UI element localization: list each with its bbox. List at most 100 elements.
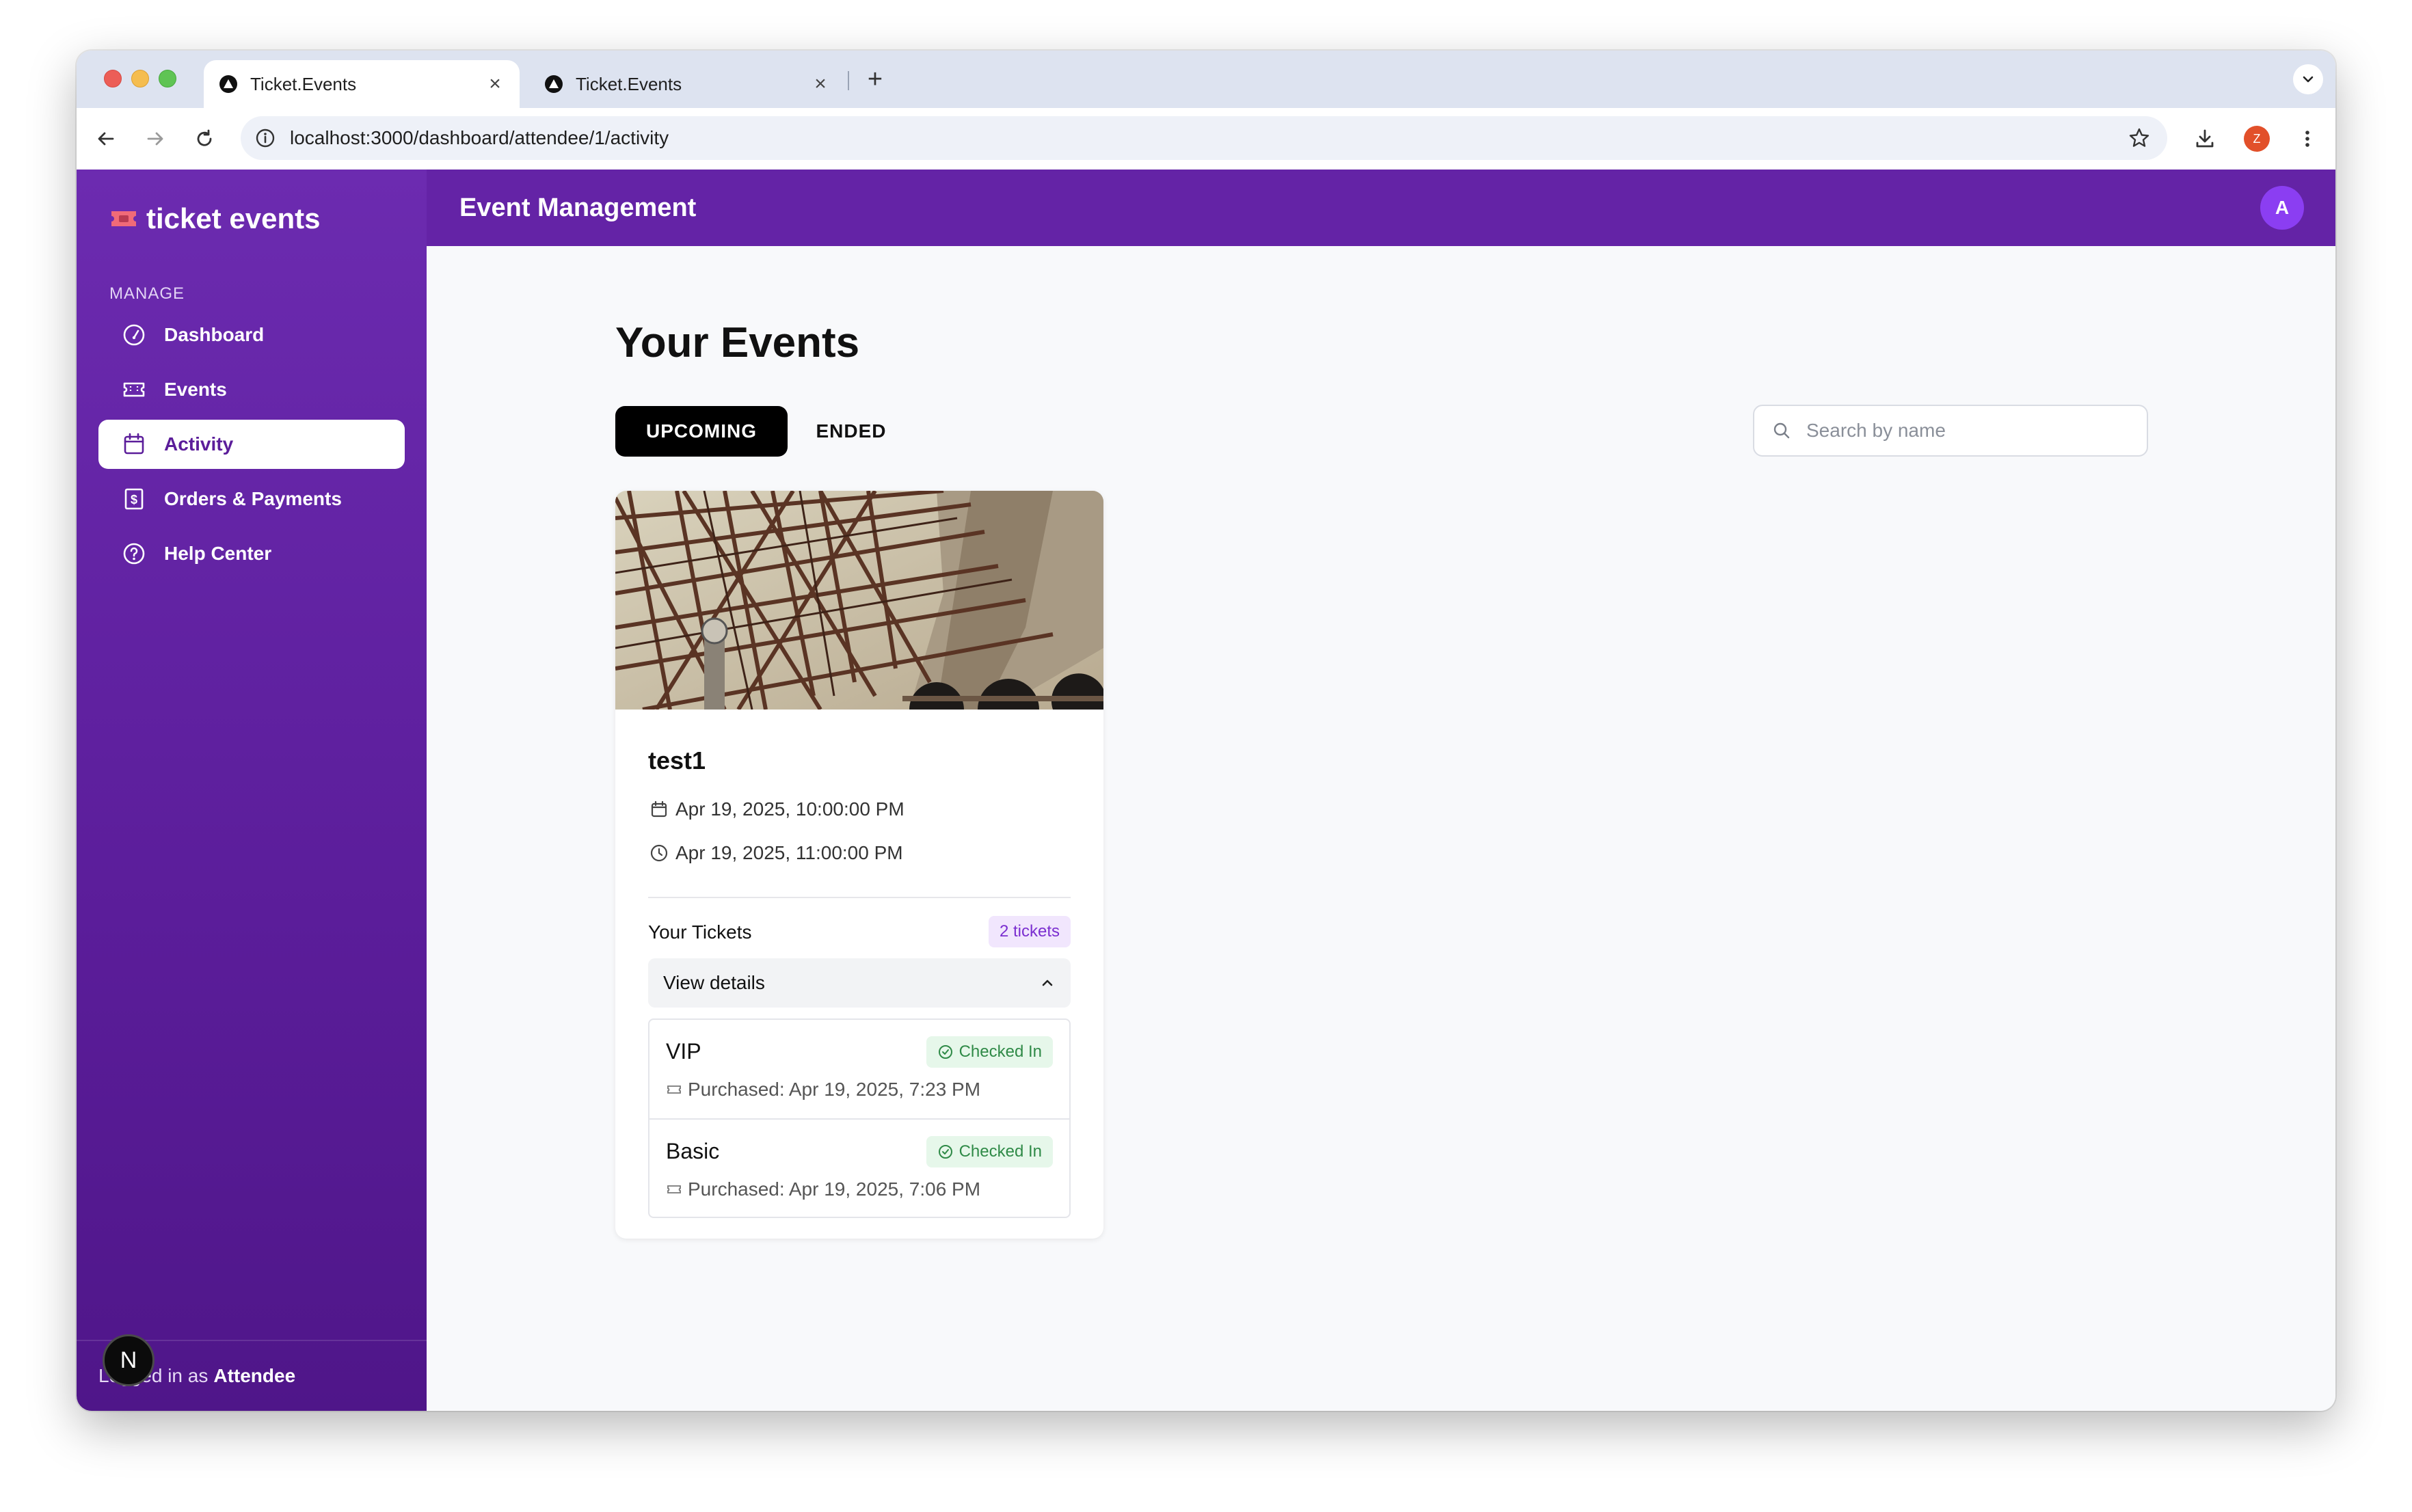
arrow-left-icon <box>98 132 114 146</box>
divider <box>648 897 1071 898</box>
tab-ended[interactable]: ENDED <box>800 406 902 457</box>
sidebar-item-help-center[interactable]: Help Center <box>98 529 405 578</box>
gauge-icon <box>120 321 148 349</box>
tab-strip: Ticket.Events × Ticket.Events × + <box>77 51 2335 108</box>
download-icon <box>2196 129 2214 148</box>
nextjs-dev-badge[interactable]: N <box>103 1334 155 1386</box>
header-title: Event Management <box>459 193 697 222</box>
bookmark-star-icon[interactable] <box>2123 122 2155 154</box>
section-label: MANAGE <box>109 284 185 303</box>
ticket-list: VIP Checked In Purchased: Apr 19, 2025, … <box>648 1018 1071 1218</box>
brand[interactable]: ticket events <box>109 202 320 235</box>
login-status-role: Attendee <box>213 1365 296 1386</box>
check-circle-icon <box>937 1144 954 1160</box>
calendar-icon <box>648 798 670 820</box>
ticket-purchased: Purchased: Apr 19, 2025, 7:23 PM <box>666 1079 980 1101</box>
event-start: Apr 19, 2025, 10:00:00 PM <box>648 798 904 820</box>
more-vertical-icon <box>2305 131 2309 147</box>
info-icon[interactable] <box>252 124 279 152</box>
tickets-label: Your Tickets <box>648 921 752 943</box>
tab-title: Ticket.Events <box>250 73 357 94</box>
event-image <box>615 491 1103 710</box>
tab-separator <box>848 71 849 90</box>
sidebar-item-orders-payments[interactable]: $ Orders & Payments <box>98 474 405 524</box>
app-root: ticket events MANAGE Dashboard Events Ac… <box>77 170 2335 1411</box>
search-icon <box>1769 418 1794 443</box>
ticket-name: VIP <box>666 1039 701 1064</box>
ticket-icon <box>666 1081 682 1098</box>
sidebar-item-dashboard[interactable]: Dashboard <box>98 310 405 360</box>
sidebar-item-label: Orders & Payments <box>164 488 342 509</box>
chevron-up-icon <box>1042 980 1053 986</box>
ticket-item[interactable]: Basic Checked In Purchased: Apr 19, 2025… <box>649 1118 1069 1218</box>
close-window-button[interactable] <box>104 70 122 87</box>
back-button[interactable] <box>90 123 122 154</box>
address-bar[interactable]: localhost:3000/dashboard/attendee/1/acti… <box>241 116 2167 160</box>
status-text: Checked In <box>959 1042 1042 1061</box>
page-title: Your Events <box>615 319 860 366</box>
ticket-name: Basic <box>666 1139 720 1163</box>
maximize-window-button[interactable] <box>159 70 176 87</box>
dollar-receipt-icon: $ <box>120 485 148 513</box>
profile-avatar[interactable]: Z <box>2244 126 2270 152</box>
new-tab-button[interactable]: + <box>860 64 890 94</box>
arrow-right-icon <box>147 132 163 146</box>
user-avatar[interactable]: A <box>2260 186 2304 230</box>
purchased-text: Purchased: Apr 19, 2025, 7:06 PM <box>688 1178 981 1200</box>
event-name: test1 <box>648 746 706 774</box>
status-badge: Checked In <box>926 1036 1053 1068</box>
ticket-logo-icon <box>109 208 138 229</box>
svg-text:$: $ <box>131 493 137 507</box>
purchased-text: Purchased: Apr 19, 2025, 7:23 PM <box>688 1079 981 1100</box>
sidebar-item-label: Dashboard <box>164 324 265 345</box>
forward-button[interactable] <box>139 123 171 154</box>
browser-tab-active[interactable]: Ticket.Events × <box>204 60 520 108</box>
view-details-label: View details <box>663 972 765 993</box>
sidebar-item-label: Help Center <box>164 543 272 564</box>
view-details-toggle[interactable]: View details <box>648 958 1071 1008</box>
tab-title: Ticket.Events <box>576 73 682 94</box>
tab-search-button[interactable] <box>2293 64 2323 94</box>
browser-window: Ticket.Events × Ticket.Events × + localh… <box>77 51 2335 1411</box>
triangle-logo-icon <box>544 75 563 94</box>
help-circle-icon <box>120 540 148 567</box>
sidebar: ticket events MANAGE Dashboard Events Ac… <box>77 170 427 1411</box>
status-badge: Checked In <box>926 1136 1053 1167</box>
event-end: Apr 19, 2025, 11:00:00 PM <box>648 842 903 864</box>
search-box <box>1753 405 2148 457</box>
url-text[interactable]: localhost:3000/dashboard/attendee/1/acti… <box>290 127 2123 149</box>
main-content: Your Events UPCOMING ENDED Search by nam… <box>427 246 2335 1411</box>
browser-toolbar: localhost:3000/dashboard/attendee/1/acti… <box>77 108 2335 170</box>
reload-icon <box>197 129 212 146</box>
tab-upcoming[interactable]: UPCOMING <box>615 406 788 457</box>
brand-name: ticket events <box>146 202 321 234</box>
sidebar-item-label: Events <box>164 379 227 400</box>
event-start-text: Apr 19, 2025, 10:00:00 PM <box>675 798 904 820</box>
ticket-icon <box>666 1181 682 1198</box>
close-icon[interactable]: × <box>811 72 830 95</box>
minimize-window-button[interactable] <box>131 70 149 87</box>
event-card[interactable]: test1 Apr 19, 2025, 10:00:00 PM Apr 19, … <box>615 491 1103 1239</box>
ticket-purchased: Purchased: Apr 19, 2025, 7:06 PM <box>666 1178 980 1200</box>
browser-menu-button[interactable] <box>2292 123 2323 154</box>
sidebar-nav: Dashboard Events Activity $ Orders & Pay… <box>98 310 405 584</box>
reload-button[interactable] <box>189 123 220 154</box>
tickets-count-badge: 2 tickets <box>988 916 1071 947</box>
triangle-logo-icon <box>219 75 238 94</box>
app-header: Event Management A <box>427 170 2335 246</box>
sidebar-item-label: Activity <box>164 433 234 455</box>
downloads-button[interactable] <box>2189 123 2221 154</box>
search-input[interactable] <box>1805 419 2129 442</box>
clock-icon <box>648 842 670 864</box>
ticket-item[interactable]: VIP Checked In Purchased: Apr 19, 2025, … <box>649 1020 1069 1118</box>
check-circle-icon <box>937 1044 954 1060</box>
chevron-down-icon <box>2303 76 2314 83</box>
sidebar-item-events[interactable]: Events <box>98 365 405 414</box>
sidebar-item-activity[interactable]: Activity <box>98 420 405 469</box>
calendar-icon <box>120 431 148 458</box>
status-text: Checked In <box>959 1142 1042 1161</box>
ticket-icon <box>120 376 148 403</box>
event-end-text: Apr 19, 2025, 11:00:00 PM <box>675 842 903 863</box>
close-icon[interactable]: × <box>485 72 505 95</box>
browser-tab[interactable]: Ticket.Events × <box>529 60 845 108</box>
